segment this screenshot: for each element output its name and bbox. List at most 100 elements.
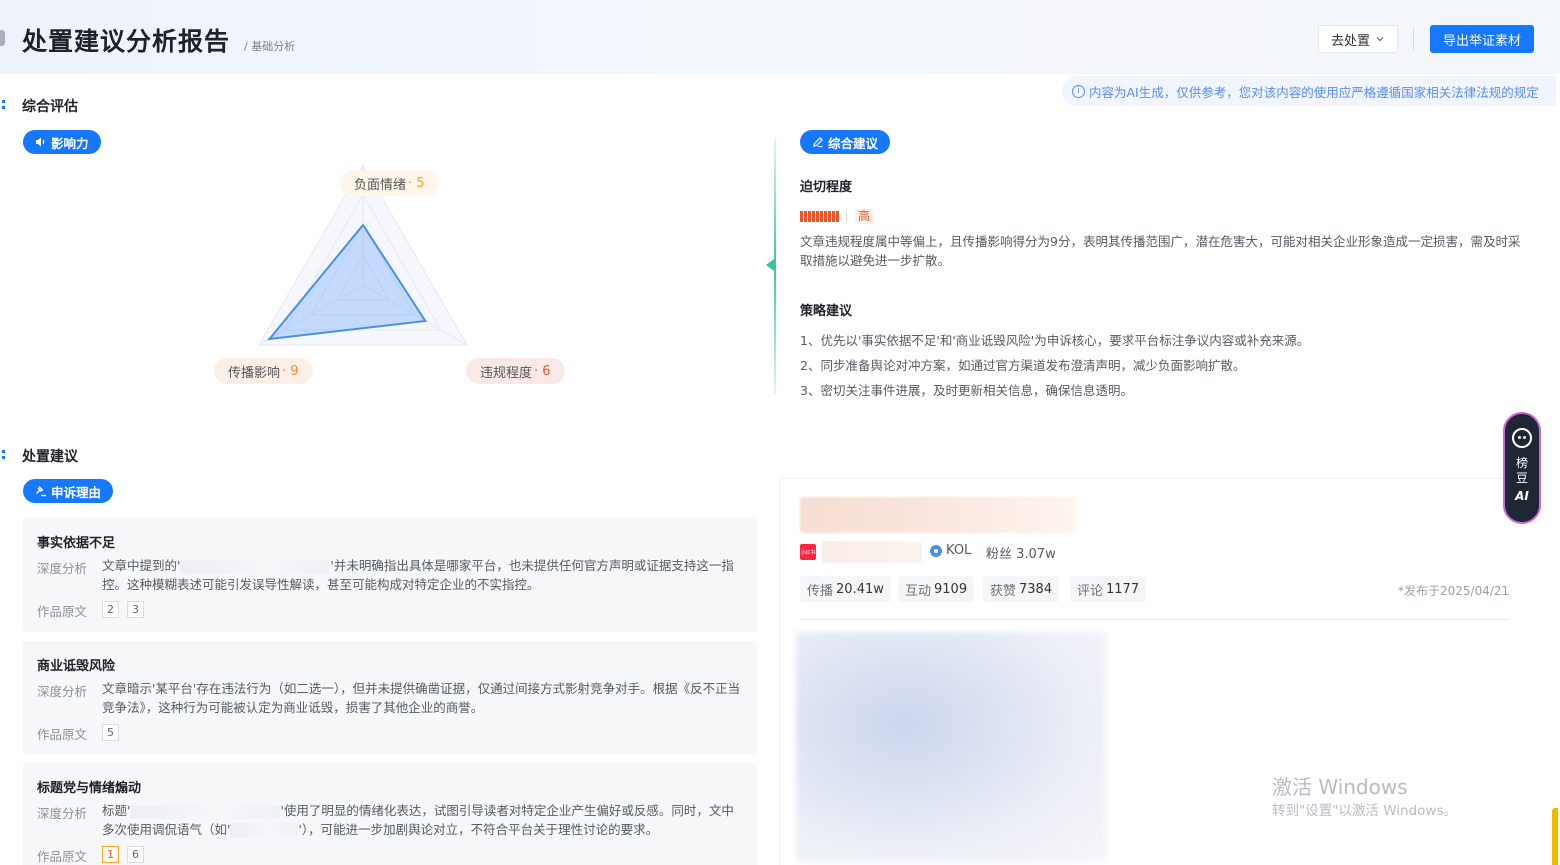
export-evidence-button[interactable]: 导出举证素材 (1430, 25, 1534, 53)
advice-pill-label: 综合建议 (828, 135, 879, 151)
radar-label-spread-text: 传播影响 (228, 365, 281, 381)
section-title-overall: 综合评估 (22, 99, 78, 115)
collapse-handle[interactable] (0, 30, 5, 46)
strategy-item-2: 2、同步准备舆论对冲方案，如通过官方渠道发布澄清声明，减少负面影响扩散。 (800, 358, 1246, 373)
source-ref-link[interactable]: 2 (102, 601, 119, 618)
redacted-post-title (800, 497, 1076, 533)
kol-label: KOL (946, 543, 972, 558)
stat-label: 评论 (1077, 583, 1104, 599)
post-divider (800, 619, 1509, 620)
platform-name: 小红书 (800, 549, 816, 556)
influence-pill-label: 影响力 (51, 135, 89, 151)
appeal-reason-pill-label: 申诉理由 (51, 484, 102, 500)
urgency-title: 迫切程度 (800, 180, 853, 195)
appeal-reason-pill[interactable]: 申诉理由 (23, 479, 114, 503)
radar-label-spread: 传播影响 · 9 (214, 358, 313, 384)
divider-arrow-icon (766, 259, 774, 271)
radar-label-violation: 违规程度 · 6 (466, 358, 565, 384)
redacted-author-name (822, 541, 922, 563)
source-ref-link[interactable]: 3 (127, 601, 144, 618)
windows-activation-hint: 转到"设置"以激活 Windows。 (1272, 803, 1457, 819)
windows-activation-title: 激活 Windows (1272, 775, 1408, 799)
section-marker-icon (2, 100, 5, 109)
publish-date: *发布于2025/04/21 (1398, 584, 1510, 598)
speaker-icon (36, 137, 45, 147)
stat-interaction: 互动 9109 (898, 576, 975, 602)
urgency-description: 文章违规程度属中等偏上，且传播影响得分为9分，表明其传播范围广，潜在危害大，可能… (800, 234, 1521, 268)
redacted-text (130, 804, 281, 819)
source-ref-link[interactable]: 5 (102, 724, 119, 741)
redacted-post-image[interactable] (796, 632, 1106, 862)
radar-label-violation-text: 违规程度 (480, 365, 533, 381)
source-ref-link[interactable]: 6 (127, 846, 144, 863)
ai-assistant-badge: AI (1515, 489, 1529, 503)
radar-label-negative: 负面情绪 · 5 (340, 170, 439, 196)
ai-disclaimer-banner: i 内容为AI生成，仅供参考，您对该内容的使用应严格遵循国家相关法律法规的规定 (1062, 76, 1556, 106)
stat-label: 传播 (807, 583, 834, 599)
stat-value: 9109 (934, 581, 968, 597)
strategy-title: 策略建议 (800, 304, 853, 319)
strategy-item-3: 3、密切关注事件进展，及时更新相关信息，确保信息透明。 (800, 383, 1133, 398)
radar-score-spread: 9 (290, 363, 299, 379)
source-label: 作品原文 (37, 727, 88, 742)
chevron-down-icon (1376, 37, 1384, 42)
radar-score-violation: 6 (542, 363, 551, 379)
analysis-label: 深度分析 (37, 561, 88, 576)
radar-label-negative-text: 负面情绪 (354, 177, 407, 193)
appeal-card-clickbait: 标题党与情绪煽动 深度分析 标题' '使用了明显的情绪化表达，试图引导读者对特定企… (23, 763, 757, 865)
section-title-disposal: 处置建议 (22, 449, 78, 465)
stat-spread: 传播 20.41w (800, 576, 891, 602)
analysis-label: 深度分析 (37, 806, 88, 821)
appeal-card-title: 标题党与情绪煽动 (37, 781, 142, 796)
page-title: 处置建议分析报告 (22, 27, 231, 56)
source-label: 作品原文 (37, 849, 88, 864)
stat-likes: 获赞 7384 (983, 576, 1060, 602)
robot-face-icon (1512, 428, 1532, 448)
stat-label: 互动 (905, 583, 932, 599)
ai-assistant-float-button[interactable]: 榜豆 AI (1503, 412, 1541, 524)
appeal-card-title: 商业诋毁风险 (37, 659, 116, 674)
radar-score-negative: 5 (416, 175, 425, 191)
breadcrumb[interactable]: / 基础分析 (244, 38, 295, 54)
vertical-divider (774, 138, 776, 394)
status-select-label: 去处置 (1330, 33, 1370, 49)
ai-disclaimer-text: 内容为AI生成，仅供参考，您对该内容的使用应严格遵循国家相关法律法规的规定 (1089, 84, 1539, 100)
fans-count: 粉丝 3.07w (986, 547, 1056, 562)
source-label: 作品原文 (37, 604, 88, 619)
stat-value: 7384 (1019, 581, 1053, 597)
appeal-card-defamation: 商业诋毁风险 深度分析 文章暗示'某平台'存在违法行为（如二选一），但并未提供确… (23, 641, 757, 755)
influence-pill[interactable]: 影响力 (23, 130, 101, 154)
edge-indicator (1552, 808, 1558, 865)
info-icon: i (1072, 84, 1085, 98)
strategy-item-1: 1、优先以'事实依据不足'和'商业诋毁风险'为申诉核心，要求平台标注争议内容或补… (800, 333, 1310, 348)
urgency-meter: 高 (800, 209, 874, 224)
analysis-text-part: 文章中提到的' (102, 558, 181, 573)
pencil-icon (813, 137, 823, 148)
appeal-card-title: 事实依据不足 (37, 536, 116, 551)
analysis-text: 文章暗示'某平台'存在违法行为（如二选一），但并未提供确凿证据，仅通过间接方式影… (102, 681, 741, 715)
stat-value: 20.41w (836, 581, 884, 597)
stat-comments: 评论 1177 (1070, 576, 1147, 602)
radar-chart: 负面情绪 · 5 传播影响 · 9 违规程度 · 6 (200, 160, 580, 400)
source-ref-link[interactable]: 1 (102, 846, 119, 863)
analysis-text-part: 标题' (102, 803, 131, 818)
kol-icon (930, 544, 942, 557)
analysis-text-part: '），可能进一步加剧舆论对立，不符合平台关于理性讨论的要求。 (298, 821, 659, 837)
advice-pill[interactable]: 综合建议 (800, 130, 891, 154)
redacted-text (230, 823, 299, 837)
header-divider (1413, 28, 1414, 50)
urgency-level-badge: 高 (855, 209, 874, 224)
stat-label: 获赞 (990, 583, 1017, 599)
analysis-text: 标题' '使用了明显的情绪化表达，试图引导读者对特定企业产生偏好或反感。同时，文中… (102, 802, 742, 839)
kol-badge: KOL (930, 543, 971, 558)
appeal-card-fact: 事实依据不足 深度分析 文章中提到的' '并未明确指出具体是哪家平台，也未提供任何… (23, 518, 757, 632)
section-marker-icon (2, 450, 5, 459)
analysis-label: 深度分析 (37, 684, 88, 699)
ai-assistant-name: 榜豆 (1515, 456, 1528, 485)
redacted-text (180, 559, 331, 574)
stat-value: 1177 (1106, 581, 1140, 597)
status-select[interactable]: 去处置 (1318, 25, 1398, 53)
analysis-text: 文章中提到的' '并未明确指出具体是哪家平台，也未提供任何官方声明或证据支持这一指… (102, 557, 742, 594)
xiaohongshu-icon: 小红书 (800, 544, 816, 560)
gavel-icon (36, 486, 46, 497)
